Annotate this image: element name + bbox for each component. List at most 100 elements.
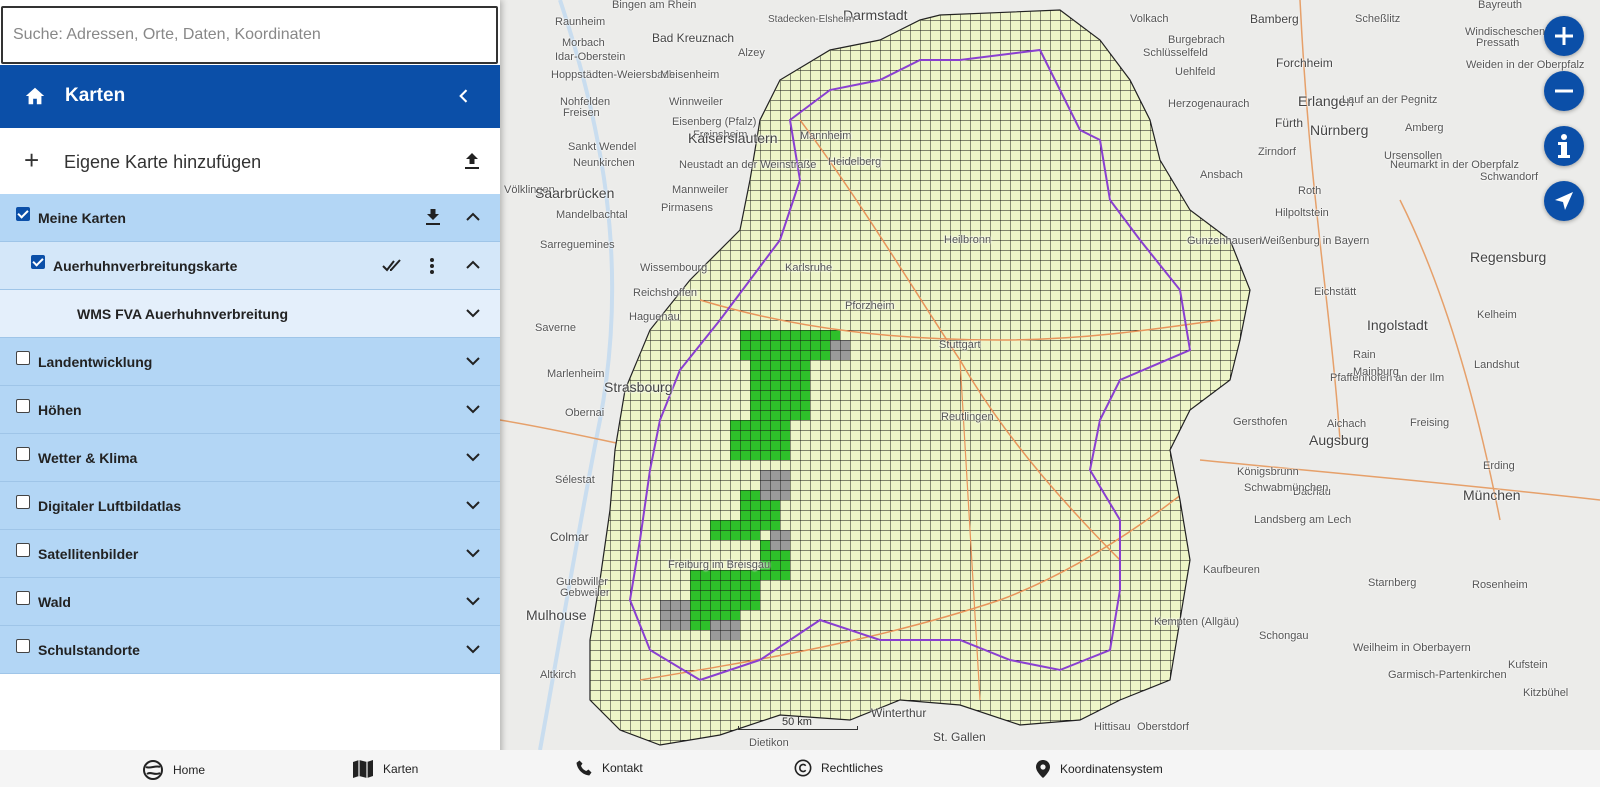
place-label: Sélestat: [555, 474, 595, 486]
layer-satellitenbilder[interactable]: Satellitenbilder: [0, 530, 500, 578]
nav-maps[interactable]: Karten: [352, 759, 418, 779]
layer-wms-fva-auerhuhnverbreitung[interactable]: WMS FVA Auerhuhnverbreitung: [0, 290, 500, 338]
locate-button[interactable]: [1544, 181, 1584, 221]
info-icon: [1558, 134, 1570, 158]
place-label: Bamberg: [1250, 12, 1299, 26]
nav-coordinate-system-label: Koordinatensystem: [1060, 762, 1163, 776]
place-label: Winterthur: [871, 706, 927, 720]
layer-label: Satellitenbilder: [38, 546, 139, 562]
chevron-down-icon[interactable]: [466, 452, 480, 462]
zoom-out-button[interactable]: [1544, 71, 1584, 111]
place-label: Idar-Oberstein: [555, 51, 626, 63]
place-label: Heilbronn: [944, 234, 992, 246]
chevron-up-icon[interactable]: [466, 212, 480, 222]
place-label: Mainburg: [1353, 366, 1399, 378]
place-label: Wissembourg: [640, 262, 708, 274]
place-label: Strasbourg: [604, 379, 673, 395]
globe-icon: [143, 760, 163, 780]
place-label: Bayreuth: [1478, 0, 1523, 11]
panel-header: Karten: [0, 65, 500, 128]
layer-label: Auerhuhnverbreitungskarte: [53, 258, 238, 274]
search-input[interactable]: [3, 8, 483, 62]
place-label: Ingolstadt: [1367, 317, 1428, 333]
layer-checkbox[interactable]: [16, 543, 30, 557]
place-label: Gunzenhausen: [1187, 235, 1262, 247]
place-label: Schlüsselfeld: [1143, 47, 1208, 59]
nav-legal[interactable]: Rechtliches: [794, 759, 883, 777]
nav-maps-label: Karten: [383, 762, 419, 776]
download-icon[interactable]: [425, 208, 441, 226]
layer-auerhuhnverbreitungskarte[interactable]: Auerhuhnverbreitungskarte: [0, 242, 500, 290]
plus-icon: [1555, 27, 1573, 45]
phone-icon: [576, 760, 592, 776]
place-label: Reichshoffen: [633, 287, 698, 299]
layer-checkbox[interactable]: [16, 207, 30, 221]
nav-contact[interactable]: Kontakt: [575, 759, 643, 777]
place-label: München: [1463, 487, 1521, 503]
place-label: Bad Kreuznach: [652, 31, 735, 45]
home-icon[interactable]: [24, 85, 46, 107]
double-check-icon[interactable]: [382, 258, 406, 274]
place-label: Meisenheim: [660, 69, 720, 81]
place-label: Schwandorf: [1480, 171, 1539, 183]
place-label: Kaufbeuren: [1203, 564, 1260, 576]
search-box[interactable]: [1, 6, 498, 64]
layer-checkbox[interactable]: [16, 591, 30, 605]
place-label: Aichach: [1327, 418, 1367, 430]
place-label: Augsburg: [1309, 432, 1369, 448]
place-label: Rain: [1353, 349, 1376, 361]
zoom-in-button[interactable]: [1544, 16, 1584, 56]
layer-checkbox[interactable]: [16, 447, 30, 461]
place-label: Forchheim: [1276, 56, 1333, 70]
navigation-arrow-icon: [1555, 192, 1573, 210]
collapse-panel-icon[interactable]: [454, 86, 474, 106]
layer-meine-karten[interactable]: Meine Karten: [0, 194, 500, 242]
layer-checkbox[interactable]: [31, 255, 45, 269]
chevron-down-icon[interactable]: [466, 500, 480, 510]
nav-home-label: Home: [173, 763, 206, 777]
chevron-up-icon[interactable]: [466, 260, 480, 270]
place-label: Haguenau: [629, 311, 680, 323]
copyright-icon: [794, 759, 812, 777]
chevron-down-icon[interactable]: [466, 404, 480, 414]
layer-landentwicklung[interactable]: Landentwicklung: [0, 338, 500, 386]
pin-icon: [1036, 760, 1050, 778]
place-label: Ansbach: [1200, 169, 1243, 181]
layer-checkbox[interactable]: [16, 351, 30, 365]
layer-wetter-klima[interactable]: Wetter & Klima: [0, 434, 500, 482]
nav-coordinate-system[interactable]: Koordinatensystem: [1035, 759, 1163, 779]
chevron-down-icon[interactable]: [466, 548, 480, 558]
layer-checkbox[interactable]: [16, 399, 30, 413]
more-vertical-icon[interactable]: [429, 257, 435, 275]
info-button[interactable]: [1544, 126, 1584, 166]
place-label: Mannheim: [800, 130, 852, 142]
layer-label: Landentwicklung: [38, 354, 153, 370]
upload-icon[interactable]: [464, 152, 480, 170]
place-label: Karlsruhe: [785, 262, 833, 274]
layer-hoehen[interactable]: Höhen: [0, 386, 500, 434]
place-label: Raunheim: [555, 16, 606, 28]
add-own-map-label[interactable]: Eigene Karte hinzufügen: [64, 152, 261, 173]
place-label: Hilpoltstein: [1275, 207, 1329, 219]
plus-icon[interactable]: +: [24, 147, 39, 173]
place-label: Colmar: [550, 530, 589, 544]
layer-checkbox[interactable]: [16, 495, 30, 509]
add-own-map-row[interactable]: + Eigene Karte hinzufügen: [0, 128, 500, 194]
chevron-down-icon[interactable]: [466, 644, 480, 654]
nav-home[interactable]: Home: [142, 759, 205, 781]
place-label: Lauf an der Pegnitz: [1342, 94, 1438, 106]
place-label: Pirmasens: [661, 202, 713, 214]
place-label: Gebweiler: [560, 587, 610, 599]
chevron-down-icon[interactable]: [466, 308, 480, 318]
place-label: Mannweiler: [672, 184, 729, 196]
chevron-down-icon[interactable]: [466, 356, 480, 366]
layer-schulstandorte[interactable]: Schulstandorte: [0, 626, 500, 674]
layer-digitaler-luftbildatlas[interactable]: Digitaler Luftbildatlas: [0, 482, 500, 530]
place-label: Saverne: [535, 322, 576, 334]
place-label: Hittisau: [1094, 721, 1131, 733]
chevron-down-icon[interactable]: [466, 596, 480, 606]
layer-wald[interactable]: Wald: [0, 578, 500, 626]
place-label: Kitzbühel: [1523, 687, 1569, 699]
layer-checkbox[interactable]: [16, 639, 30, 653]
place-label: St. Gallen: [933, 730, 986, 744]
